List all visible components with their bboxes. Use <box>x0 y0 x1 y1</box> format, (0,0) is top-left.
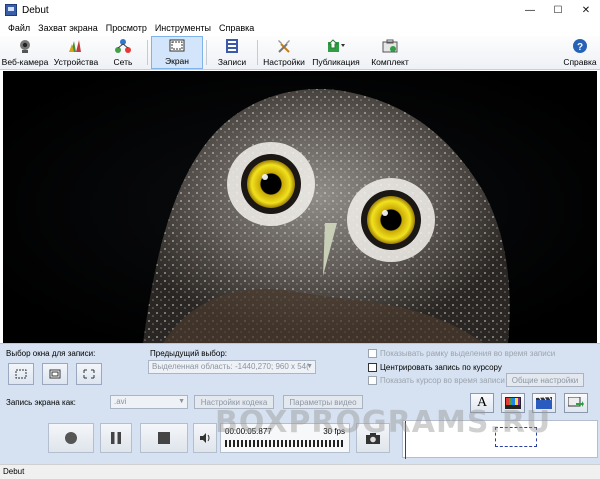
pause-icon <box>111 432 121 444</box>
close-button[interactable]: ✕ <box>572 0 600 20</box>
maximize-button[interactable]: ☐ <box>544 0 572 20</box>
menu-file[interactable]: Файл <box>4 23 34 33</box>
toolbar-separator <box>206 40 207 65</box>
window-icon <box>49 369 61 379</box>
window-controls: — ☐ ✕ <box>516 0 600 20</box>
prev-select-value: Выделенная область: -1440,270; 960 х 54( <box>152 362 309 371</box>
chevron-down-icon: ▼ <box>306 363 313 370</box>
watermark-text: BOXPROGRAMS.RU <box>215 405 552 440</box>
general-settings-button[interactable]: Общие настройки <box>506 373 584 387</box>
select-window-button[interactable] <box>42 363 68 385</box>
network-button[interactable]: Сеть <box>102 36 144 69</box>
record-button[interactable] <box>48 423 94 453</box>
pause-button[interactable] <box>100 423 132 453</box>
settings-button[interactable]: Настройки <box>261 36 307 69</box>
show-frame-checkbox[interactable]: Показывать рамку выделения во время запи… <box>368 349 555 358</box>
webcam-icon <box>16 37 34 55</box>
output-button[interactable] <box>564 393 588 413</box>
publish-button[interactable]: Публикация <box>307 36 365 69</box>
stop-button[interactable] <box>140 423 188 453</box>
prev-select-combo[interactable]: Выделенная область: -1440,270; 960 х 54(… <box>148 360 316 374</box>
help-label: Справка <box>563 57 597 67</box>
main-toolbar: Веб-камера Устройства Сеть Экран Записи … <box>0 36 600 70</box>
network-icon <box>114 37 132 55</box>
kit-icon <box>381 37 399 55</box>
export-icon <box>568 397 584 407</box>
publish-label: Публикация <box>312 57 360 67</box>
menu-tools[interactable]: Инструменты <box>151 23 215 33</box>
kit-button[interactable]: Комплект <box>365 36 415 69</box>
webcam-button[interactable]: Веб-камера <box>0 36 50 69</box>
svg-text:?: ? <box>577 42 583 53</box>
menu-help[interactable]: Справка <box>215 23 258 33</box>
devices-icon <box>67 37 85 55</box>
chevron-down-icon: ▼ <box>178 398 185 405</box>
status-bar: Debut <box>0 464 600 479</box>
publish-icon <box>327 37 345 55</box>
checkbox-box <box>368 349 377 358</box>
show-cursor-checkbox[interactable]: Показать курсор во время записи <box>368 376 505 385</box>
center-cursor-checkbox[interactable]: Центрировать запись по курсору <box>368 363 502 372</box>
audio-level-meter <box>225 440 345 447</box>
checkbox-box <box>368 376 377 385</box>
minimize-button[interactable]: — <box>516 0 544 20</box>
network-label: Сеть <box>113 57 133 67</box>
screen-label: Экран <box>165 56 189 66</box>
devices-button[interactable]: Устройства <box>50 36 102 69</box>
help-icon: ? <box>571 37 589 55</box>
window-select-label: Выбор окна для записи: <box>6 349 96 358</box>
recordings-label: Записи <box>217 57 247 67</box>
show-cursor-label: Показать курсор во время записи <box>380 376 505 385</box>
toolbar-separator <box>257 40 258 65</box>
menu-bar: Файл Захват экрана Просмотр Инструменты … <box>0 20 600 36</box>
format-value: .avi <box>114 397 127 406</box>
record-icon <box>65 432 77 444</box>
recordings-icon <box>223 37 241 55</box>
fullscreen-button[interactable] <box>76 363 102 385</box>
webcam-label: Веб-камера <box>1 57 49 67</box>
volume-button[interactable] <box>193 423 217 453</box>
show-frame-label: Показывать рамку выделения во время запи… <box>380 349 556 358</box>
app-icon <box>5 4 17 16</box>
kit-label: Комплект <box>371 57 409 67</box>
region-icon <box>15 369 27 379</box>
screen-icon <box>168 37 186 54</box>
settings-label: Настройки <box>263 57 305 67</box>
screen-preview <box>3 71 597 343</box>
menu-screen-capture[interactable]: Захват экрана <box>34 23 102 33</box>
stop-icon <box>158 432 170 444</box>
window-title: Debut <box>22 4 49 16</box>
owl-preview-image <box>3 71 597 343</box>
select-region-button[interactable] <box>8 363 34 385</box>
checkbox-box <box>368 363 377 372</box>
title-bar: Debut — ☐ ✕ <box>0 0 600 20</box>
recordings-button[interactable]: Записи <box>210 36 254 69</box>
prev-select-label: Предыдущий выбор: <box>150 349 228 358</box>
format-combo[interactable]: .avi ▼ <box>110 395 188 409</box>
center-cursor-label: Центрировать запись по курсору <box>380 363 502 372</box>
speaker-icon <box>200 433 210 443</box>
record-as-label: Запись экрана как: <box>6 398 76 407</box>
fullscreen-icon <box>83 369 95 379</box>
menu-view[interactable]: Просмотр <box>102 23 151 33</box>
help-button[interactable]: ? Справка <box>560 36 600 69</box>
devices-label: Устройства <box>53 57 99 67</box>
toolbar-separator <box>147 40 148 65</box>
screen-button[interactable]: Экран <box>151 36 203 69</box>
settings-icon <box>275 37 293 55</box>
